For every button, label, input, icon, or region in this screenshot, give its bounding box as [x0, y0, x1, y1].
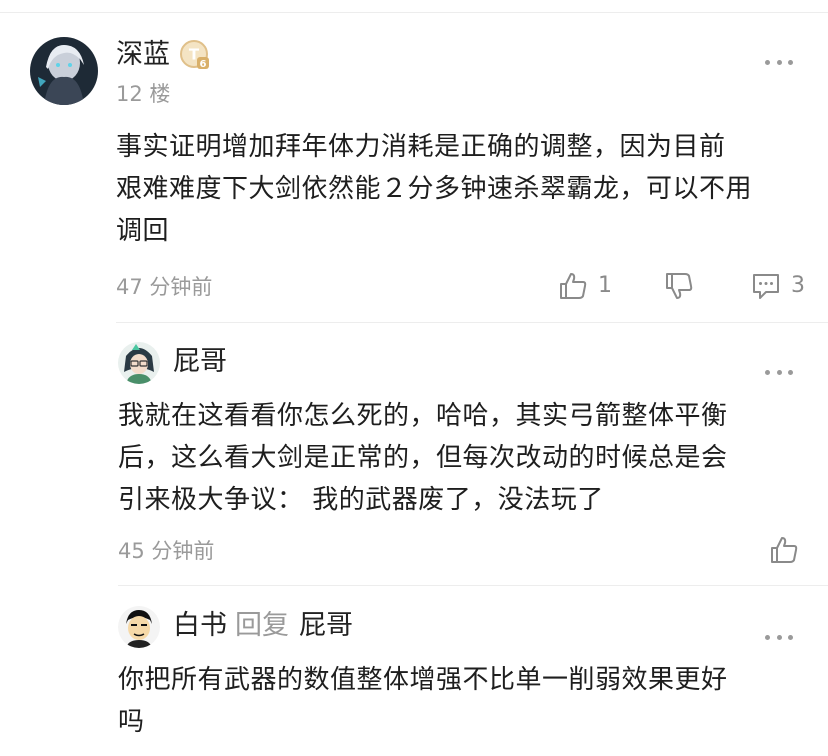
reply-count: 3 — [791, 273, 805, 298]
more-icon[interactable] — [765, 633, 793, 641]
like-button[interactable] — [769, 535, 799, 565]
comment-text-line: 你把所有武器的数值整体增强不比单一削弱效果更好 — [118, 665, 728, 695]
comment-username[interactable]: 深蓝 — [116, 40, 170, 70]
comment-text-line: 引来极大争议： 我的武器废了，没法玩了 — [118, 485, 604, 515]
like-count: 1 — [598, 273, 612, 298]
comment-text-line: 艰难难度下大剑依然能２分多钟速杀翠霸龙，可以不用 — [116, 174, 753, 204]
comment-text-line: 事实证明增加拜年体力消耗是正确的调整，因为目前 — [116, 132, 726, 162]
comment-floor: 12 楼 — [116, 82, 171, 106]
comment-text-line: 后，这么看大剑是正常的，但每次改动的时候总是会 — [118, 443, 728, 473]
comment-icon — [753, 274, 779, 299]
reply-button[interactable]: 3 — [751, 271, 805, 301]
avatar[interactable] — [30, 37, 98, 105]
reply-label: 回复 — [235, 610, 289, 641]
comment-username-line: 白书 回复 屁哥 — [173, 611, 353, 641]
like-icon — [771, 537, 798, 563]
comment-time: 47 分钟前 — [116, 275, 213, 299]
avatar-image — [30, 37, 98, 105]
comment-text-line: 我就在这看看你怎么死的，哈哈，其实弓箭整体平衡 — [118, 401, 728, 431]
more-icon[interactable] — [765, 368, 793, 376]
avatar-image — [118, 606, 160, 648]
avatar[interactable] — [118, 342, 160, 384]
comment-username[interactable]: 屁哥 — [173, 347, 227, 377]
svg-text:6: 6 — [200, 59, 207, 70]
like-icon — [560, 273, 587, 299]
comment-time: 45 分钟前 — [118, 539, 215, 563]
comment-text: 你把所有武器的数值整体增强不比单一削弱效果更好 吗 — [118, 659, 728, 743]
top-divider — [0, 12, 828, 13]
comment-username[interactable]: 白书 — [173, 610, 227, 641]
reply-to-username[interactable]: 屁哥 — [299, 610, 353, 641]
like-button[interactable]: 1 — [558, 271, 612, 301]
divider — [116, 322, 828, 323]
comment-text-line: 调回 — [116, 216, 170, 246]
comment-text: 事实证明增加拜年体力消耗是正确的调整，因为目前 艰难难度下大剑依然能２分多钟速杀… — [116, 126, 752, 252]
level-badge-icon: T 6 — [180, 40, 210, 70]
avatar[interactable] — [118, 606, 160, 648]
avatar-image — [118, 342, 160, 384]
divider — [118, 585, 828, 586]
comment-text: 我就在这看看你怎么死的，哈哈，其实弓箭整体平衡 后，这么看大剑是正常的，但每次改… — [118, 395, 728, 521]
dislike-button[interactable] — [664, 271, 694, 301]
more-icon[interactable] — [765, 58, 793, 66]
dislike-icon — [666, 273, 693, 299]
comment-text-line: 吗 — [118, 707, 145, 737]
